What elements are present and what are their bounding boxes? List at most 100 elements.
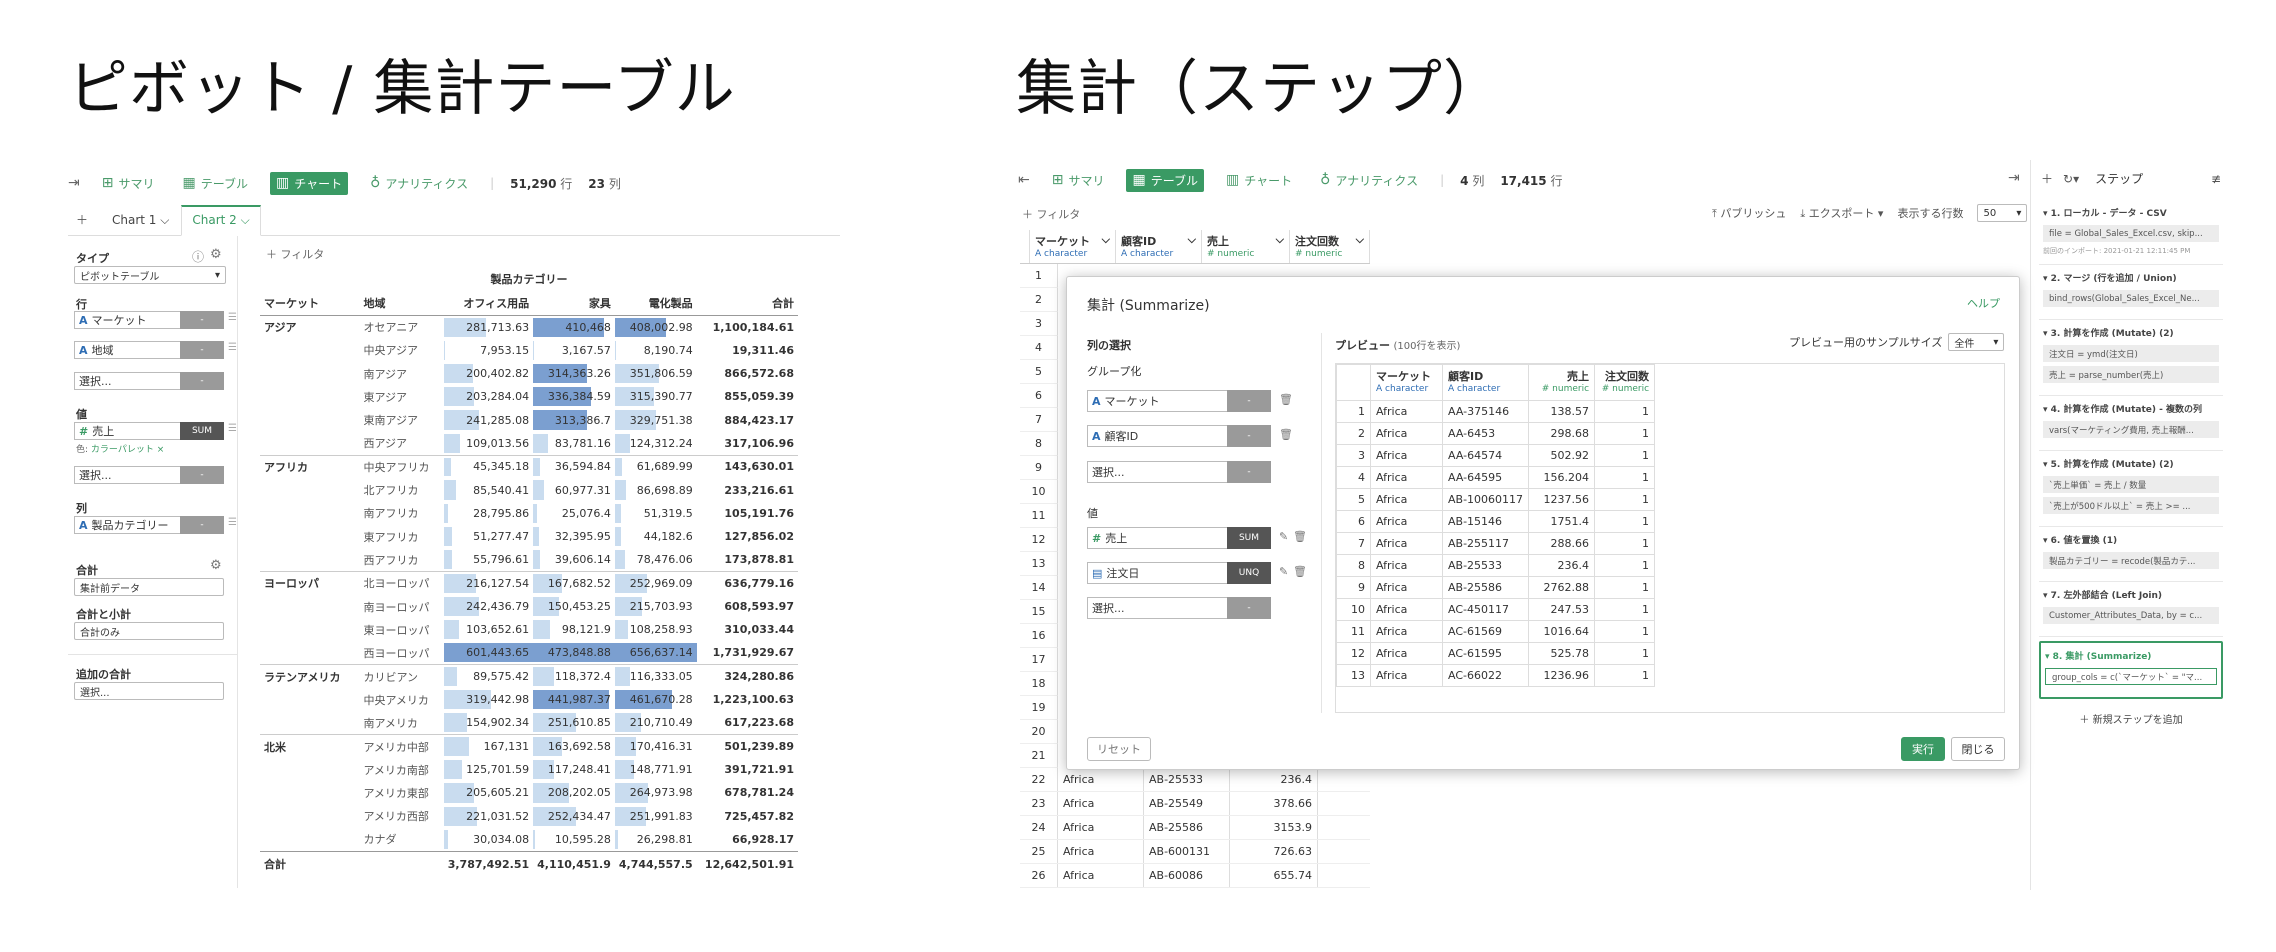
step-item[interactable]: ▾ 8. 集計 (Summarize) group_cols = c(`マーケット… (2039, 641, 2223, 699)
preview-cell: 236.4 (1528, 554, 1596, 577)
step-item[interactable]: ▾ 3. 計算を作成 (Mutate) (2) 注文日 = ymd(注文日) 売上 … (2039, 320, 2223, 396)
pivot-market-cell (260, 525, 359, 548)
pivot-value-text: 117,248.41 (547, 763, 611, 777)
drag-handle-icon[interactable]: ☰ (228, 517, 237, 528)
pivot-value-cell: 167,682.52 (533, 572, 615, 595)
grid-column-header[interactable]: 顧客ID ⌵ A character (1116, 230, 1202, 263)
color-palette[interactable]: 色: カラーパレット × (76, 442, 164, 455)
pivot-value-cell: 314,363.26 (533, 362, 615, 385)
heat-bar (614, 503, 622, 523)
drag-handle-icon[interactable]: ☰ (228, 423, 237, 434)
row-select[interactable]: 選択... - (74, 372, 224, 390)
group-chip-market[interactable]: A マーケット - (1087, 390, 1271, 412)
pivot-value-text: 44,182.6 (643, 530, 693, 544)
pivot-row-total: 127,856.02 (724, 530, 794, 544)
type-select[interactable]: ピボットテーブル ▾ (74, 266, 226, 284)
tab-table[interactable]: ▦ テーブル (176, 172, 254, 195)
step-item[interactable]: ▾ 2. マージ (行を追加 / Union) bind_rows(Global_… (2039, 265, 2223, 320)
close-button[interactable]: 閉じる (1951, 737, 2005, 761)
tab-analytics[interactable]: ♁ アナリティクス (1314, 169, 1424, 192)
run-button[interactable]: 実行 (1901, 737, 1945, 761)
preview-cell: AC-66022 (1441, 664, 1530, 687)
step-detail: 製品カテゴリー = recode(製品カテ... (2043, 552, 2219, 569)
pivot-header-office: オフィス用品 (463, 297, 530, 311)
trash-icon[interactable]: 🗑 (1293, 530, 1307, 543)
col-chip[interactable]: A 製品カテゴリー - (74, 516, 224, 534)
row-chip-market[interactable]: A マーケット - (74, 311, 224, 329)
grid-row-number: 11 (1020, 504, 1058, 528)
tab-table[interactable]: ▦ テーブル (1126, 168, 1204, 192)
pivot-value-text: 51,319.5 (643, 506, 693, 520)
help-icon[interactable]: ⓘ (192, 248, 204, 265)
edit-icon[interactable]: ✎ (1279, 530, 1288, 543)
trash-icon[interactable]: 🗑 (1279, 393, 1293, 406)
trash-icon[interactable]: 🗑 (1293, 565, 1307, 578)
grid-cell: 2 (1318, 816, 1370, 839)
extra-total-select[interactable]: 選択... (74, 682, 224, 700)
step-item[interactable]: ▾ 7. 左外部結合 (Left Join) Customer_Attribute… (2039, 582, 2223, 637)
numeric-icon: # (1541, 384, 1550, 394)
add-step-button[interactable]: ＋ 新規ステップを追加 (2039, 711, 2223, 726)
character-icon: A (1035, 249, 1042, 259)
help-link[interactable]: ヘルプ (1967, 295, 2000, 311)
character-icon: A (79, 518, 88, 532)
step-item[interactable]: ▾ 1. ローカル - データ - CSV file = Global_Sales… (2039, 200, 2223, 265)
value-select[interactable]: 選択... - (1087, 597, 1271, 619)
trash-icon[interactable]: 🗑 (1279, 428, 1293, 441)
edit-icon[interactable]: ✎ (1279, 565, 1288, 578)
filter-button[interactable]: ＋ フィルタ (1022, 206, 1080, 222)
tab-chart[interactable]: ▥ チャート (270, 171, 349, 195)
gear-icon[interactable]: ⚙ (210, 558, 222, 573)
grid-column-header[interactable]: マーケット ⌵ A character (1030, 230, 1116, 263)
grid-column-header[interactable]: 注文回数 ⌵ # numeric (1290, 230, 1370, 263)
sample-size-select[interactable]: 全件 ▾ (1948, 333, 2005, 351)
value-label: 値 (1087, 507, 1098, 520)
drag-handle-icon[interactable]: ☰ (228, 342, 237, 353)
collapse-right-icon[interactable]: ⇥ (2008, 170, 2020, 186)
gear-icon[interactable]: ⚙ (210, 247, 222, 262)
add-chart-icon[interactable]: ＋ (68, 211, 96, 235)
step-item[interactable]: ▾ 5. 計算を作成 (Mutate) (2) `売上単価` = 売上 / 数量 `… (2039, 451, 2223, 527)
group-chip-customer[interactable]: A 顧客ID - (1087, 425, 1271, 447)
tab-summary[interactable]: ⊞ サマリ (96, 172, 161, 195)
value-select[interactable]: 選択... - (74, 466, 224, 484)
pivot-value-text: 208,202.05 (547, 786, 611, 800)
tab-chart[interactable]: ▥ チャート (1220, 169, 1298, 192)
tab-chart-1[interactable]: Chart 1 ⌵ (96, 213, 181, 235)
export-button[interactable]: ⤓ エクスポート ▾ (1800, 205, 1883, 221)
tab-chart-2[interactable]: Chart 2 ⌵ (181, 205, 261, 236)
character-icon: A (1092, 429, 1101, 443)
reset-button[interactable]: リセット (1087, 737, 1151, 761)
filter-button[interactable]: ＋ フィルタ (266, 246, 324, 262)
row-count: 51,290 行 (510, 176, 573, 191)
add-icon[interactable]: ＋ (2041, 170, 2053, 187)
refresh-icon[interactable]: ↻▾ (2063, 172, 2079, 186)
preview-cell: 1 (1594, 400, 1656, 423)
pivot-row-total: 636,779.16 (724, 576, 794, 590)
preview-cell: 5 (1336, 488, 1371, 511)
drag-handle-icon[interactable]: ☰ (228, 312, 237, 323)
value-chip-sales[interactable]: # 売上 SUM (1087, 527, 1271, 549)
value-chip-orderdate[interactable]: ▤ 注文日 UNQ (1087, 562, 1271, 584)
tab-summary[interactable]: ⊞ サマリ (1046, 169, 1111, 192)
subtotal-select[interactable]: 合計のみ (74, 622, 224, 640)
grid-row-number: 17 (1020, 648, 1058, 672)
pivot-value-text: 150,453.25 (547, 600, 611, 613)
preview-table-container: マーケット A character 顧客ID A character 売上 # numer… (1335, 363, 2005, 713)
grid-row-number: 16 (1020, 624, 1058, 648)
rows-shown-select[interactable]: 50 ▾ (1977, 204, 2028, 222)
collapse-left-icon[interactable]: ⇤ (1018, 172, 1030, 188)
step-item[interactable]: ▾ 4. 計算を作成 (Mutate) - 複数の列 vars(マーケティング費用… (2039, 396, 2223, 451)
value-chip[interactable]: # 売上 SUM (74, 422, 224, 440)
publish-button[interactable]: ⤒ パブリッシュ (1712, 205, 1786, 221)
total-select[interactable]: 集計前データ (74, 578, 224, 596)
collapse-icon[interactable]: ⇥ (68, 175, 80, 191)
group-select[interactable]: 選択... - (1087, 461, 1271, 483)
grid-column-header[interactable]: 売上 ⌵ # numeric (1202, 230, 1290, 263)
row-chip-region[interactable]: A 地域 - (74, 341, 224, 359)
step-item[interactable]: ▾ 6. 値を置換 (1) 製品カテゴリー = recode(製品カテ... (2039, 527, 2223, 582)
tab-analytics[interactable]: ♁ アナリティクス (364, 172, 474, 195)
grid-row: 25AfricaAB-600131726.631 (1020, 840, 1370, 864)
pivot-value-text: 408,002.98 (629, 320, 693, 334)
settings-icon[interactable]: ≢ (2211, 172, 2221, 186)
